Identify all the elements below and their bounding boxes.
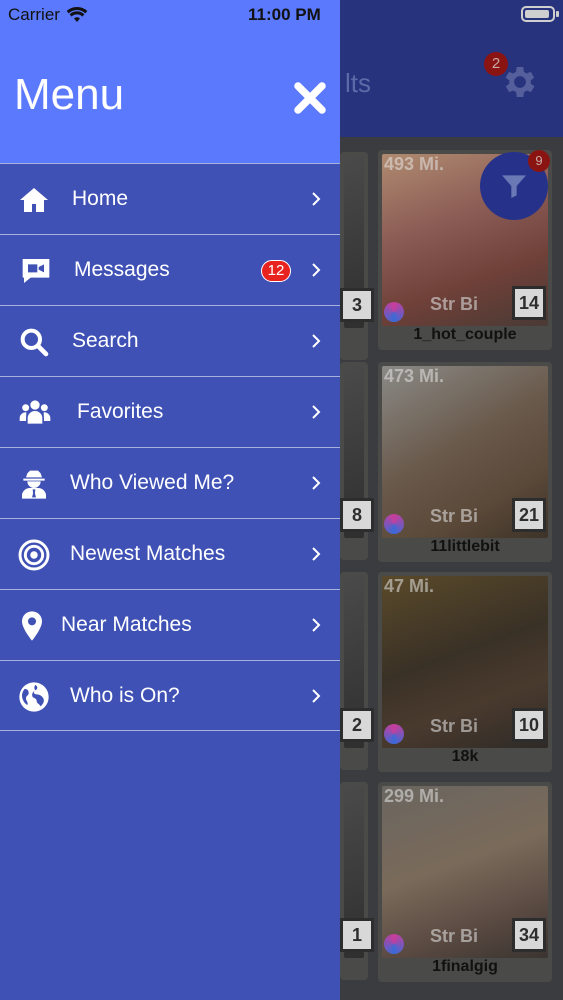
chevron-right-icon <box>312 192 321 206</box>
orientation-label: Str Bi <box>430 294 479 314</box>
orientation-label: Str Bi <box>430 716 479 736</box>
profile-card-partial[interactable]: 8 <box>340 362 374 560</box>
orientation-label: Str Bi <box>430 506 479 526</box>
wifi-icon <box>66 6 88 22</box>
settings-badge: 2 <box>484 52 508 76</box>
battery-icon <box>521 6 555 22</box>
menu-item-search[interactable]: Search <box>0 305 340 376</box>
target-icon <box>18 539 50 571</box>
profile-card[interactable]: 473 Mi. Str Bi 21 11littlebit <box>378 362 552 562</box>
username: 1finalgig <box>432 958 498 975</box>
menu-item-favorites[interactable]: Favorites <box>0 376 340 447</box>
drawer-header: Carrier 11:00 PM Menu <box>0 0 340 163</box>
menu-item-label: Search <box>72 329 139 352</box>
video-camera-icon <box>22 259 50 283</box>
orientation-label: Str Bi <box>430 926 479 946</box>
menu-list: Home Messages 12 Search Favorites Who Vi… <box>0 163 340 731</box>
menu-item-label: Messages <box>74 258 170 281</box>
side-drawer: Carrier 11:00 PM Menu Home Messages 12 S… <box>0 0 340 1000</box>
menu-item-label: Newest Matches <box>70 542 226 565</box>
distance-label: 473 Mi. <box>384 366 445 386</box>
messages-unread-badge: 12 <box>261 260 291 282</box>
home-icon <box>20 188 48 212</box>
couple-icon <box>384 724 404 744</box>
couple-icon <box>384 934 404 954</box>
profile-card[interactable]: 47 Mi. Str Bi 10 18k <box>378 572 552 772</box>
chevron-right-icon <box>312 618 321 632</box>
chevron-right-icon <box>312 689 321 703</box>
profile-card-partial[interactable]: 1 <box>340 782 374 980</box>
menu-item-who-viewed-me[interactable]: Who Viewed Me? <box>0 447 340 518</box>
chevron-right-icon <box>312 405 321 419</box>
distance-label: 47 Mi. <box>384 576 435 596</box>
profile-card-partial[interactable]: 3 <box>340 152 374 360</box>
search-icon <box>20 328 49 357</box>
menu-item-near-matches[interactable]: Near Matches <box>0 589 340 660</box>
menu-item-home[interactable]: Home <box>0 163 340 234</box>
close-icon[interactable] <box>292 80 328 116</box>
menu-item-label: Home <box>72 187 129 210</box>
menu-item-label: Who Viewed Me? <box>70 471 235 494</box>
menu-item-label: Near Matches <box>61 613 192 636</box>
menu-title: Menu <box>14 70 125 119</box>
couple-icon <box>384 514 404 534</box>
chevron-right-icon <box>312 334 321 348</box>
menu-item-newest-matches[interactable]: Newest Matches <box>0 518 340 589</box>
menu-item-label: Favorites <box>77 400 164 423</box>
carrier-label: Carrier <box>8 5 60 24</box>
globe-icon <box>19 682 49 712</box>
results-title-fragment: lts <box>345 68 371 98</box>
status-bar: Carrier 11:00 PM <box>0 0 340 28</box>
chevron-right-icon <box>312 263 321 277</box>
chevron-right-icon <box>312 476 321 490</box>
profile-card[interactable]: 299 Mi. Str Bi 34 1finalgig <box>378 782 552 982</box>
menu-item-label: Who is On? <box>70 684 180 707</box>
menu-item-messages[interactable]: Messages 12 <box>0 234 340 305</box>
menu-item-who-is-on[interactable]: Who is On? <box>0 660 340 731</box>
username: 11littlebit <box>430 538 500 555</box>
filter-badge: 9 <box>528 150 550 172</box>
couple-icon <box>384 302 404 322</box>
profile-card-partial[interactable]: 2 <box>340 572 374 770</box>
photo-count: 10 <box>512 708 546 742</box>
distance-label: 493 Mi. <box>384 154 445 174</box>
map-pin-icon <box>22 611 42 641</box>
distance-label: 299 Mi. <box>384 786 445 806</box>
users-icon <box>19 400 51 424</box>
clock: 11:00 PM <box>248 5 321 24</box>
user-secret-icon <box>22 470 46 499</box>
photo-count: 34 <box>512 918 546 952</box>
photo-count: 21 <box>512 498 546 532</box>
username: 1_hot_couple <box>413 326 517 343</box>
username: 18k <box>451 748 479 765</box>
filter-icon <box>502 175 526 198</box>
chevron-right-icon <box>312 547 321 561</box>
photo-count: 14 <box>512 286 546 320</box>
